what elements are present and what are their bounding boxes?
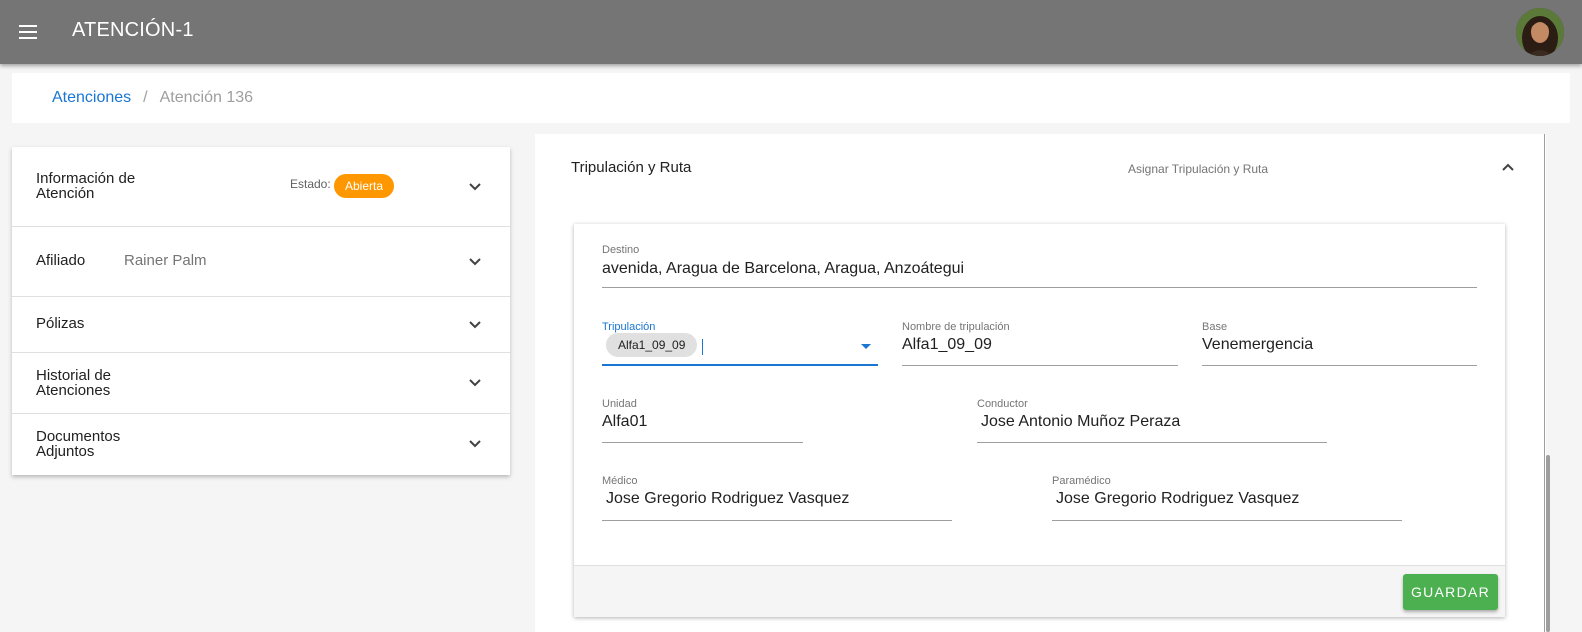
tripulacion-chip[interactable]: Alfa1_09_09 <box>606 333 698 357</box>
accordion-item-label: Información de Atención <box>36 170 136 202</box>
status-badge: Abierta <box>334 174 395 198</box>
base-value: Venemergencia <box>1202 336 1314 353</box>
nombre-tripulacion-value: Alfa1_09_09 <box>902 336 992 353</box>
chevron-down-icon[interactable] <box>468 376 482 390</box>
panel-subtitle: Asignar Tripulación y Ruta <box>1128 162 1269 176</box>
base-field[interactable]: Base Venemergencia <box>1202 321 1477 366</box>
save-button[interactable]: GUARDAR <box>1403 574 1498 610</box>
accordion-item-label: Pólizas <box>36 315 85 332</box>
avatar[interactable] <box>1516 8 1564 56</box>
destino-label: Destino <box>602 244 640 256</box>
scrollbar-thumb[interactable] <box>1546 455 1550 632</box>
scrollbar-track <box>1544 134 1545 632</box>
conductor-field[interactable]: Conductor Jose Antonio Muñoz Peraza <box>977 398 1327 443</box>
arrow-drop-down-icon[interactable] <box>861 344 871 349</box>
nombre-tripulacion-field[interactable]: Nombre de tripulación Alfa1_09_09 <box>902 321 1178 366</box>
paramedico-value: Jose Gregorio Rodriguez Vasquez <box>1056 490 1300 507</box>
chevron-down-icon[interactable] <box>468 180 482 194</box>
accordion-item-historial[interactable]: Historial de Atenciones <box>12 353 510 414</box>
base-label: Base <box>1202 321 1228 333</box>
conductor-label: Conductor <box>977 398 1028 410</box>
accordion-item-label: Afiliado <box>36 252 86 269</box>
chevron-up-icon[interactable] <box>1501 160 1515 174</box>
accordion-item-label: Documentos Adjuntos <box>36 428 121 460</box>
text-cursor <box>702 339 703 355</box>
crew-route-form: Destino avenida, Aragua de Barcelona, Ar… <box>574 224 1505 617</box>
unidad-field[interactable]: Unidad Alfa01 <box>602 398 803 443</box>
card-actions: GUARDAR <box>574 565 1505 617</box>
chevron-down-icon[interactable] <box>468 318 482 332</box>
afiliado-name: Rainer Palm <box>124 252 207 269</box>
breadcrumb-current: Atención 136 <box>159 89 254 106</box>
panel-title: Tripulación y Ruta <box>571 159 692 176</box>
chevron-down-icon[interactable] <box>468 255 482 269</box>
paramedico-label: Paramédico <box>1052 475 1111 487</box>
medico-label: Médico <box>602 475 638 487</box>
accordion-item-afiliado[interactable]: Afiliado Rainer Palm <box>12 227 510 297</box>
nombre-tripulacion-label: Nombre de tripulación <box>902 321 1010 333</box>
medico-value: Jose Gregorio Rodriguez Vasquez <box>606 490 850 507</box>
medico-field[interactable]: Médico Jose Gregorio Rodriguez Vasquez <box>602 475 952 521</box>
breadcrumb: Atenciones / Atención 136 <box>12 73 1570 123</box>
accordion-item-documentos[interactable]: Documentos Adjuntos <box>12 414 510 475</box>
unidad-value: Alfa01 <box>602 413 648 430</box>
accordion-item-label: Historial de Atenciones <box>36 367 112 399</box>
breadcrumb-separator: / <box>143 89 148 106</box>
chevron-down-icon[interactable] <box>468 437 482 451</box>
destino-value: avenida, Aragua de Barcelona, Aragua, An… <box>602 260 965 277</box>
tripulacion-select[interactable]: Tripulación Alfa1_09_09 <box>602 321 878 366</box>
app-bar: ATENCIÓN-1 <box>0 0 1582 64</box>
tripulacion-label: Tripulación <box>602 321 656 333</box>
menu-icon[interactable] <box>16 20 40 44</box>
accordion-item-polizas[interactable]: Pólizas <box>12 297 510 353</box>
breadcrumb-link-atenciones[interactable]: Atenciones <box>52 89 131 107</box>
accordion-panel: Información de Atención Estado: Abierta … <box>12 147 510 475</box>
paramedico-field[interactable]: Paramédico Jose Gregorio Rodriguez Vasqu… <box>1052 475 1402 521</box>
accordion-item-informacion[interactable]: Información de Atención Estado: Abierta <box>12 147 510 227</box>
destino-field[interactable]: Destino avenida, Aragua de Barcelona, Ar… <box>602 244 1477 288</box>
status-label: Estado: <box>290 177 331 191</box>
unidad-label: Unidad <box>602 398 637 410</box>
tripulacion-panel: Tripulación y Ruta Asignar Tripulación y… <box>535 134 1546 632</box>
conductor-value: Jose Antonio Muñoz Peraza <box>981 413 1181 430</box>
app-title: ATENCIÓN-1 <box>72 19 194 41</box>
